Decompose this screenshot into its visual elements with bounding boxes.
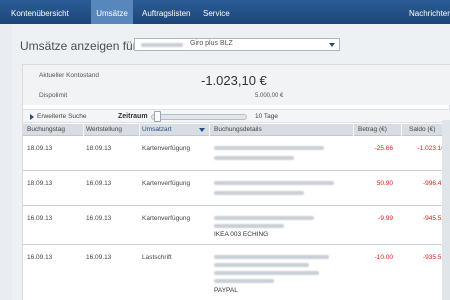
period-value: 10 Tage (255, 113, 279, 120)
filter-bar: Erweiterte Suche Zeitraum 10 Tage (23, 109, 450, 123)
table-row[interactable]: 16.09.13 16.09.13 Kartenverfügung IKEA 0… (23, 207, 450, 245)
overdraft-limit: 5.000,00 € (255, 93, 284, 99)
details-blurred (214, 146, 324, 150)
transactions-panel: Aktueller Kontostand -1.023,10 € Dispoli… (22, 64, 450, 300)
column-amount[interactable]: Betrag (€) (358, 126, 387, 133)
balance: -996.42 (422, 180, 445, 187)
transaction-type: Kartenverfügung (142, 145, 191, 152)
value-date: 16.09.13 (86, 215, 112, 222)
column-value-date[interactable]: Wertstellung (86, 126, 122, 133)
amount: -25.66 (374, 145, 393, 152)
nav-umsaetze[interactable]: Umsätze (91, 0, 133, 24)
details-blurred (214, 156, 294, 160)
page-title: Umsätze anzeigen für (20, 39, 137, 53)
amount: 50.90 (376, 180, 393, 187)
details-blurred (214, 263, 309, 267)
nav-service[interactable]: Service (203, 0, 230, 24)
balance: -1.023.10 (417, 145, 445, 152)
details-blurred (214, 224, 284, 228)
nav-nachrichten[interactable]: Nachrichten (409, 0, 450, 24)
period-label: Zeitraum (118, 113, 148, 120)
value-date: 18.09.13 (86, 145, 112, 152)
booking-date: 16.09.13 (27, 215, 53, 222)
value-date: 16.09.13 (86, 180, 112, 187)
table-row[interactable]: 16.09.13 16.09.13 Lastschrift PAYPAL -10… (23, 246, 450, 300)
transaction-type: Kartenverfügung (142, 180, 191, 187)
booking-date: 16.09.13 (27, 254, 53, 261)
sort-desc-icon[interactable] (199, 128, 205, 132)
limit-label: Dispolimit (39, 92, 68, 99)
advanced-search-link[interactable]: Erweiterte Suche (37, 113, 87, 120)
table-row[interactable]: 18.09.13 16.09.13 Kartenverfügung 50.90 … (23, 172, 450, 206)
booking-date: 18.09.13 (27, 180, 53, 187)
column-balance[interactable]: Saldo (€) (409, 126, 435, 133)
table-header: Buchungstag Wertstellung Umsatzart Buchu… (23, 124, 450, 136)
amount: -9.99 (378, 215, 393, 222)
period-slider-track[interactable] (151, 114, 247, 120)
column-booking-details[interactable]: Buchungsdetails (214, 126, 262, 133)
top-navigation: Kontenübersicht Umsätze Auftragslisten S… (0, 0, 450, 24)
current-balance: -1.023,10 € (201, 73, 267, 88)
scrollbar[interactable] (442, 120, 450, 300)
booking-date: 18.09.13 (27, 145, 53, 152)
merchant-name: PAYPAL (214, 287, 238, 294)
details-blurred (214, 271, 319, 275)
details-blurred (214, 279, 274, 283)
period-slider-handle[interactable] (154, 111, 161, 122)
details-blurred (214, 191, 304, 195)
details-blurred (214, 255, 329, 259)
expand-triangle-icon[interactable] (30, 114, 34, 120)
merchant-name: IKEA 003 ECHING (214, 231, 269, 238)
account-summary: Aktueller Kontostand -1.023,10 € Dispoli… (23, 65, 450, 105)
chevron-down-icon[interactable] (329, 43, 335, 47)
details-blurred (214, 181, 334, 185)
table-row[interactable]: 18.09.13 18.09.13 Kartenverfügung -25.66… (23, 137, 450, 171)
account-select[interactable]: Giro plus BLZ (134, 38, 340, 51)
column-transaction-type[interactable]: Umsatzart (142, 126, 172, 133)
value-date: 16.09.13 (86, 254, 112, 261)
account-name-blurred (141, 43, 183, 47)
main-content: Umsätze anzeigen für Giro plus BLZ Aktue… (12, 24, 450, 300)
nav-kontenuebersicht[interactable]: Kontenübersicht (11, 0, 69, 24)
amount: -10.00 (374, 254, 393, 261)
transaction-type: Kartenverfügung (142, 215, 191, 222)
details-blurred (214, 216, 314, 220)
transaction-type: Lastschrift (142, 254, 172, 261)
balance: -935.53 (422, 254, 445, 261)
balance: -945.52 (422, 215, 445, 222)
nav-auftragslisten[interactable]: Auftragslisten (142, 0, 190, 24)
balance-label: Aktueller Kontostand (39, 72, 99, 79)
account-select-value: Giro plus BLZ (190, 40, 233, 47)
column-booking-date[interactable]: Buchungstag (27, 126, 65, 133)
